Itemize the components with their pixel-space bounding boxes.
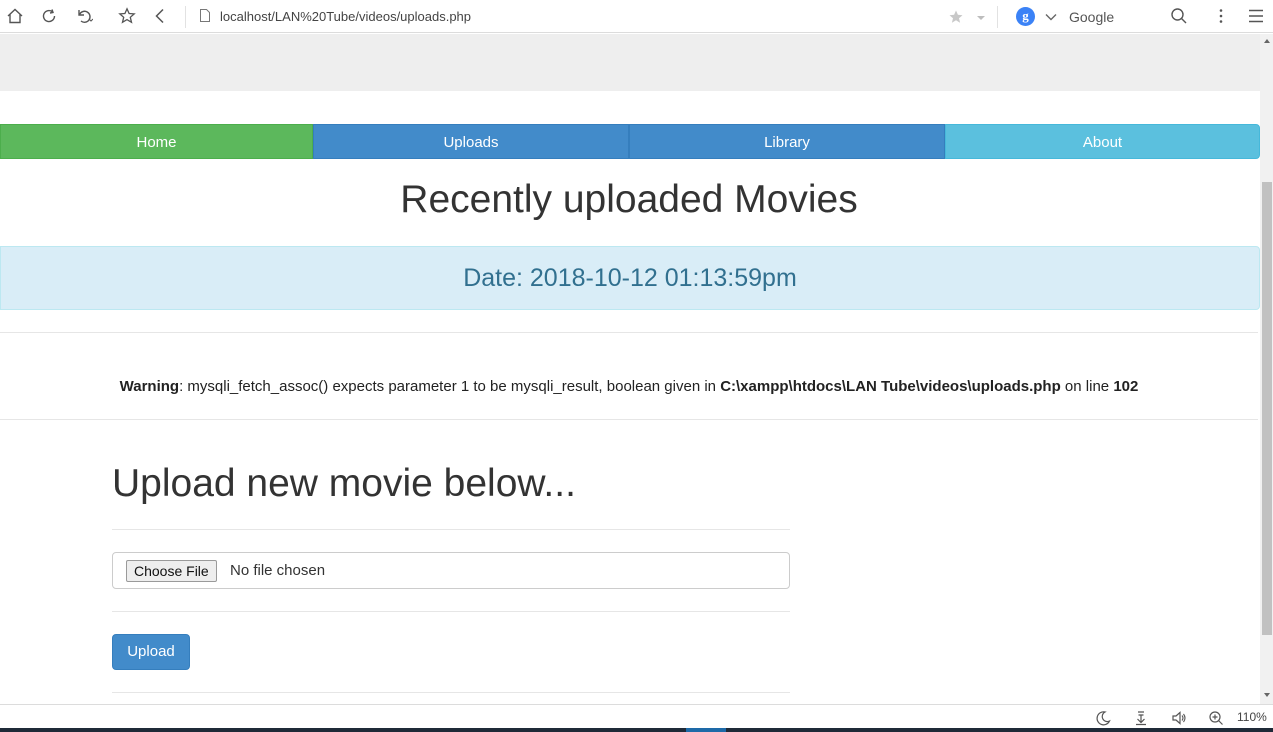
warning-label: Warning [119,378,180,395]
search-icon[interactable] [1170,7,1188,25]
chevron-down-icon[interactable] [1042,8,1060,26]
search-input[interactable]: Google [1069,9,1114,25]
favorite-star-icon[interactable] [947,8,965,26]
warning-path: C:\xampp\htdocs\LAN Tube\videos\uploads.… [720,378,1061,395]
nav-uploads[interactable]: Uploads [313,124,629,159]
page-title: Recently uploaded Movies [400,178,858,221]
search-separator [997,6,998,28]
scroll-up-arrow-icon[interactable] [1264,39,1270,43]
os-taskbar [0,728,1273,732]
zoom-level[interactable]: 110% [1237,710,1267,724]
nav-home[interactable]: Home [0,124,313,159]
address-bar-url[interactable]: localhost/LAN%20Tube/videos/uploads.php [220,9,471,24]
date-alert: Date: 2018-10-12 01:13:59pm [0,246,1260,310]
file-status-text: No file chosen [230,562,326,579]
page-icon [200,9,210,22]
nav-about[interactable]: About [945,124,1260,159]
php-warning: Warning: mysqli_fetch_assoc() expects pa… [0,378,1258,395]
undo-close-tab-icon[interactable] [75,7,93,25]
menu-icon[interactable] [1247,7,1265,25]
reload-icon[interactable] [40,7,58,25]
download-icon[interactable] [1133,710,1149,726]
warning-on-line: on line [1060,378,1114,395]
upload-button[interactable]: Upload [112,634,190,670]
warning-message: : mysqli_fetch_assoc() expects parameter… [179,378,721,395]
choose-file-button[interactable]: Choose File [126,560,217,582]
scrollbar-thumb[interactable] [1262,182,1272,635]
taskbar-active-item [686,728,726,732]
main-nav: Home Uploads Library About [0,124,1260,159]
home-icon[interactable] [6,7,24,25]
more-options-icon[interactable] [1212,7,1230,25]
form-divider [112,692,790,693]
form-divider [112,611,790,612]
warning-line-number: 102 [1113,378,1139,395]
bookmark-star-icon[interactable] [118,7,136,25]
favorite-dropdown-icon[interactable] [972,8,990,26]
search-engine-icon[interactable]: g [1016,7,1035,26]
nav-library[interactable]: Library [629,124,945,159]
back-icon[interactable] [151,7,169,25]
zoom-icon[interactable] [1208,710,1224,726]
browser-toolbar: localhost/LAN%20Tube/videos/uploads.php … [0,0,1273,33]
date-text: Date: 2018-10-12 01:13:59pm [463,264,797,292]
address-separator [185,6,186,28]
form-divider [112,529,790,530]
divider [0,332,1258,333]
file-input[interactable]: Choose File No file chosen [112,552,790,589]
upload-heading: Upload new movie below... [112,462,576,505]
divider [0,419,1258,420]
night-mode-icon[interactable] [1095,710,1111,726]
volume-icon[interactable] [1171,710,1187,726]
browser-status-bar: 110% [0,704,1273,728]
page-header-band [0,34,1260,91]
scroll-down-arrow-icon[interactable] [1264,693,1270,697]
